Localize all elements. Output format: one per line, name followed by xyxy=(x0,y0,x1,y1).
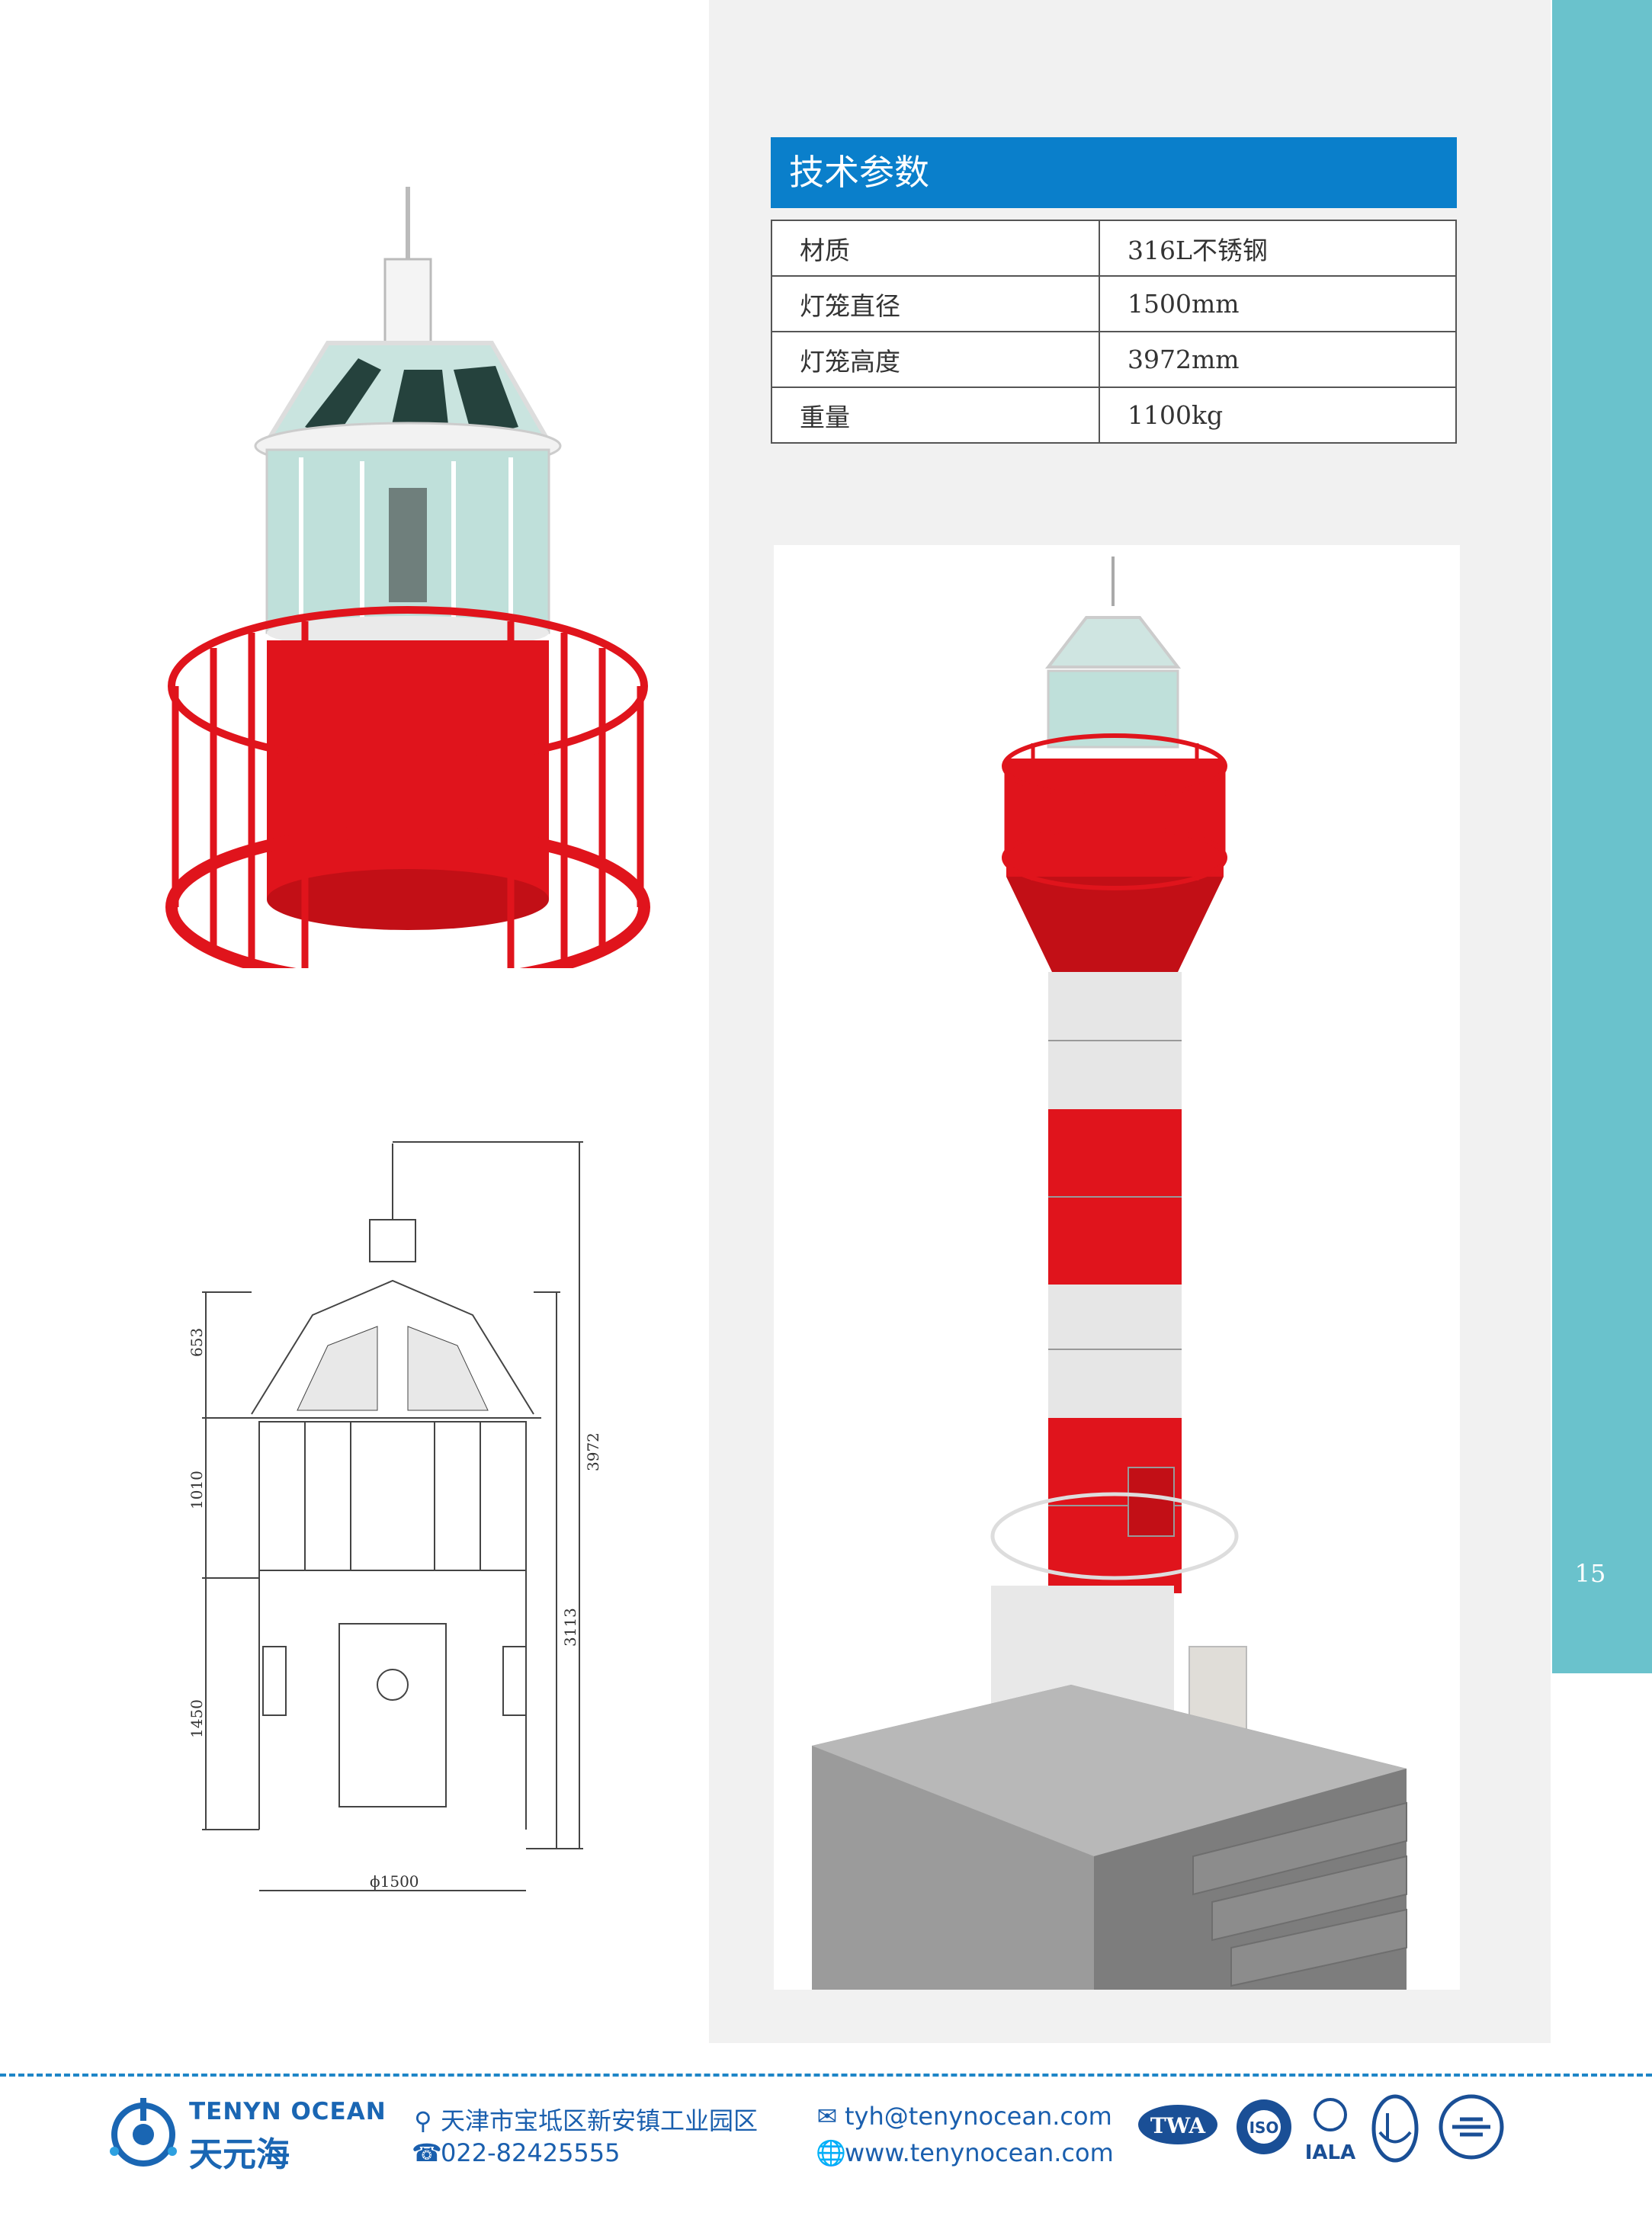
spec-value: 1100kg xyxy=(1099,387,1457,444)
spec-label: 灯笼直径 xyxy=(771,275,1100,332)
spec-label: 灯笼高度 xyxy=(771,331,1100,388)
address-line: ⚲ 天津市宝坻区新安镇工业园区 xyxy=(412,2102,758,2137)
spec-label: 材质 xyxy=(771,220,1100,277)
table-row: 灯笼直径 1500mm xyxy=(771,275,1457,332)
dim-diameter-label: ϕ1500 xyxy=(370,1872,419,1891)
teal-side-bar xyxy=(1552,0,1652,1673)
email-line: ✉ tyh@tenynocean.com xyxy=(816,2102,1112,2131)
email-link[interactable]: tyh@tenynocean.com xyxy=(845,2102,1112,2131)
spec-section-title: 技术参数 xyxy=(771,137,1457,208)
address-text: 天津市宝坻区新安镇工业园区 xyxy=(441,2106,759,2135)
lantern-render-image xyxy=(165,187,650,968)
table-row: 材质 316L不锈钢 xyxy=(771,220,1457,277)
dim-1450-label: 1450 xyxy=(188,1699,206,1738)
location-pin-icon: ⚲ xyxy=(414,2106,432,2135)
phone-icon: ☎ xyxy=(412,2138,442,2167)
certification-badges: TWA ISO IALA xyxy=(1138,2094,1504,2164)
phone-text: 022-82425555 xyxy=(441,2138,621,2167)
brand-name-chinese: 天元海 xyxy=(189,2135,290,2174)
spec-value: 316L不锈钢 xyxy=(1099,220,1457,277)
dim-653-label: 653 xyxy=(188,1328,206,1357)
spec-value: 3972mm xyxy=(1099,331,1457,388)
technical-drawing: 653 1010 1450 3972 3113 ϕ1500 xyxy=(188,1141,602,1891)
website-line: 🌐www.tenynocean.com xyxy=(816,2138,1114,2167)
dim-3972-label: 3972 xyxy=(584,1432,602,1471)
spec-value: 1500mm xyxy=(1099,275,1457,332)
dim-1010-label: 1010 xyxy=(188,1471,206,1509)
lighthouse-render-panel xyxy=(774,545,1460,1990)
table-row: 灯笼高度 3972mm xyxy=(771,331,1457,388)
iso-badge-text: ISO xyxy=(1249,2119,1279,2137)
lighthouse-tower-image xyxy=(812,556,1407,1990)
twa-badge-text: TWA xyxy=(1150,2113,1206,2138)
phone-line: ☎022-82425555 xyxy=(412,2138,621,2167)
spec-table: 材质 316L不锈钢 灯笼直径 1500mm 灯笼高度 3972mm 重量 11… xyxy=(771,220,1457,444)
spec-label: 重量 xyxy=(771,387,1100,444)
table-row: 重量 1100kg xyxy=(771,387,1457,444)
website-link[interactable]: www.tenynocean.com xyxy=(845,2138,1114,2167)
page-number: 15 xyxy=(1574,1559,1606,1588)
brand-name-english: TENYN OCEAN xyxy=(189,2098,387,2125)
iala-badge-text: IALA xyxy=(1305,2141,1356,2164)
dim-3113-label: 3113 xyxy=(561,1608,579,1647)
tenyn-ocean-logo-icon xyxy=(110,2098,177,2167)
globe-icon: 🌐 xyxy=(816,2138,846,2167)
mail-icon: ✉ xyxy=(816,2102,838,2131)
footer-divider xyxy=(0,2074,1652,2077)
